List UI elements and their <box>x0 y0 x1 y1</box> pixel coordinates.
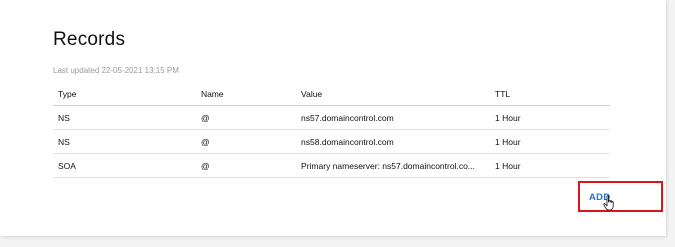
page-title: Records <box>53 29 126 50</box>
column-header-value[interactable]: Value <box>296 82 491 106</box>
cell-type: NS <box>53 129 196 154</box>
cell-ttl: 1 Hour <box>490 105 610 130</box>
records-card: Records Last updated 22-05-2021 13:15 PM… <box>0 0 666 236</box>
column-header-name[interactable]: Name <box>195 82 297 106</box>
cell-name: @ <box>195 153 297 178</box>
cell-type: SOA <box>53 153 196 178</box>
table-row[interactable]: NS @ ns57.domaincontrol.com 1 Hour <box>53 105 610 130</box>
cell-value: ns58.domaincontrol.com <box>296 129 491 154</box>
cell-ttl: 1 Hour <box>490 153 610 178</box>
table-header-row: Type Name Value TTL <box>53 82 610 106</box>
cell-ttl: 1 Hour <box>490 129 610 154</box>
cell-type: NS <box>53 105 196 130</box>
cell-value: Primary nameserver: ns57.domaincontrol.c… <box>296 153 491 178</box>
column-header-type[interactable]: Type <box>53 82 196 106</box>
cell-name: @ <box>195 129 297 154</box>
column-header-ttl[interactable]: TTL <box>490 82 610 106</box>
records-table: Type Name Value TTL NS @ ns57.domaincont… <box>53 82 610 178</box>
table-row[interactable]: SOA @ Primary nameserver: ns57.domaincon… <box>53 153 610 178</box>
last-updated-text: Last updated 22-05-2021 13:15 PM <box>53 66 179 75</box>
hand-pointer-icon <box>603 195 614 211</box>
cell-value: ns57.domaincontrol.com <box>296 105 491 130</box>
table-row[interactable]: NS @ ns58.domaincontrol.com 1 Hour <box>53 129 610 154</box>
cell-name: @ <box>195 105 297 130</box>
